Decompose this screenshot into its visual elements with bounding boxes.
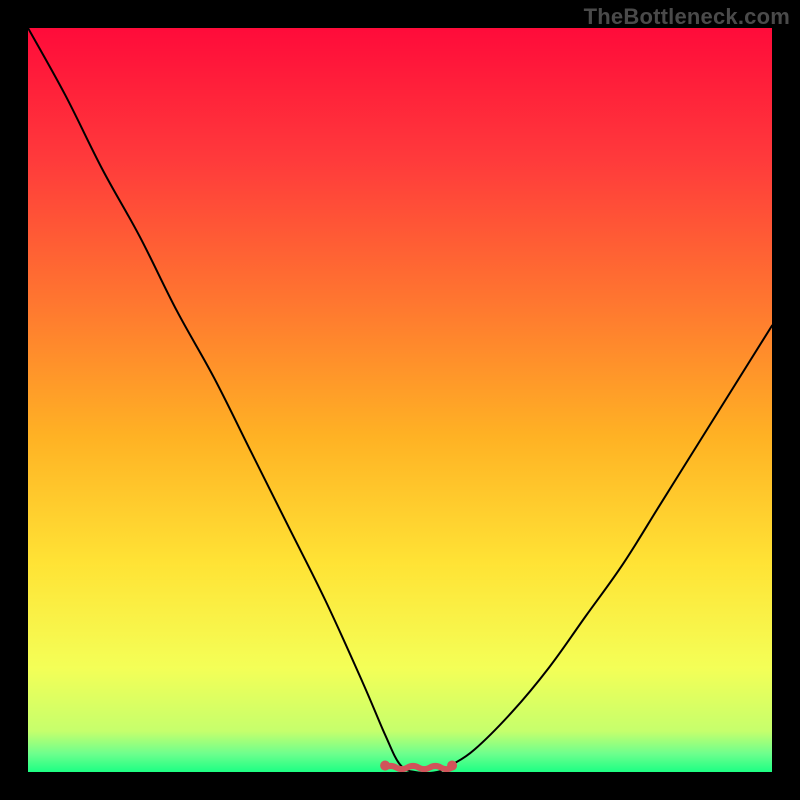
gradient-background <box>28 28 772 772</box>
watermark: TheBottleneck.com <box>584 4 790 30</box>
trough-wiggle <box>385 766 452 769</box>
chart-frame: TheBottleneck.com <box>0 0 800 800</box>
plot-area <box>28 28 772 772</box>
trough-dot-left <box>380 761 390 771</box>
bottleneck-chart <box>28 28 772 772</box>
trough-dot-right <box>447 761 457 771</box>
